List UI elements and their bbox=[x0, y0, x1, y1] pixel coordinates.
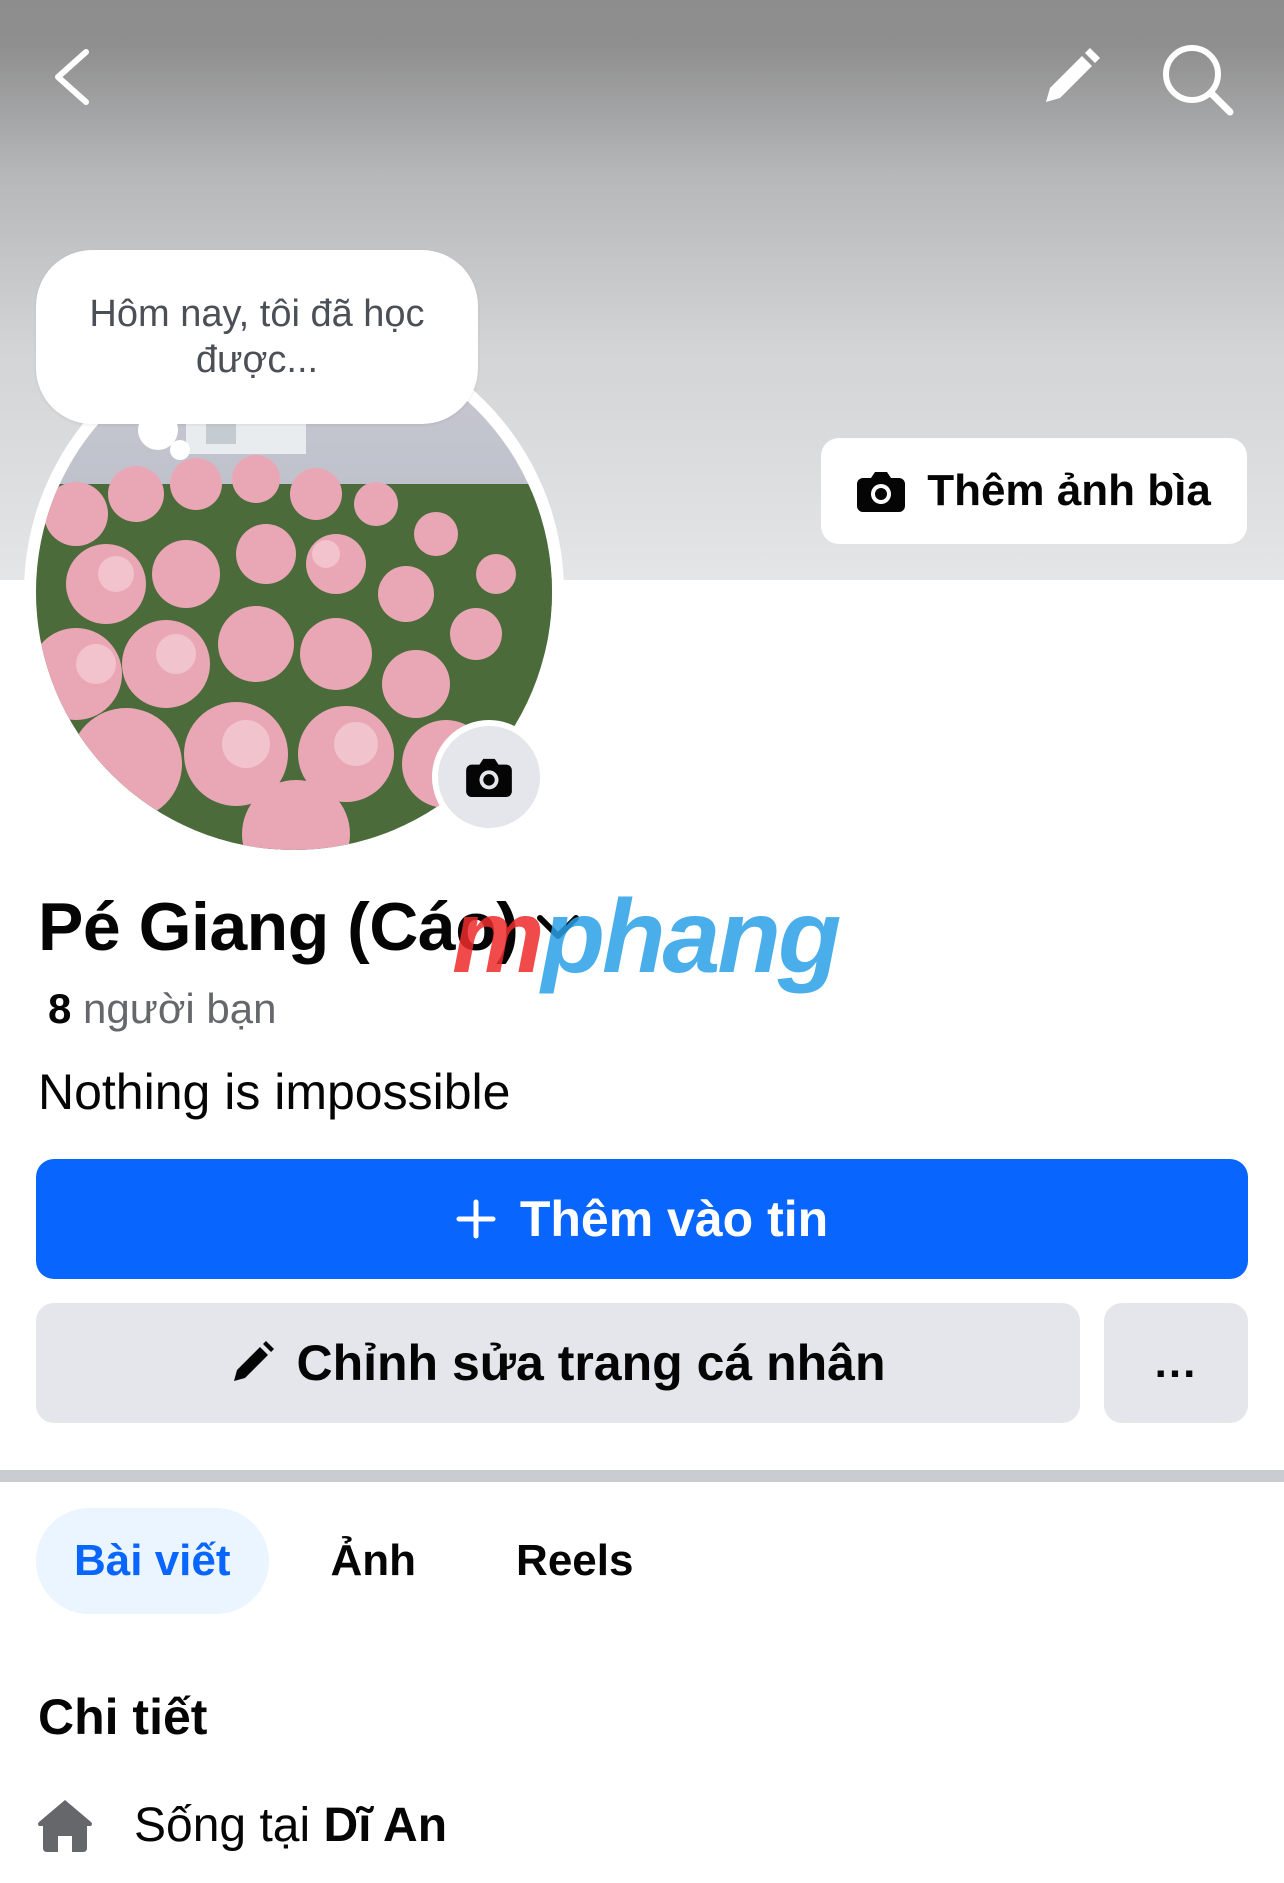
note-bubble[interactable]: Hôm nay, tôi đã học được... bbox=[36, 250, 478, 424]
watermark-part-1: m bbox=[452, 879, 545, 995]
chevron-left-icon[interactable] bbox=[48, 46, 98, 108]
more-options-button[interactable]: ... bbox=[1104, 1303, 1248, 1423]
tab-photos[interactable]: Ảnh bbox=[293, 1508, 455, 1614]
pencil-icon bbox=[234, 1341, 275, 1381]
watermark-logo: mphang bbox=[452, 879, 841, 995]
add-cover-photo-button[interactable]: Thêm ảnh bìa bbox=[821, 438, 1247, 544]
profile-tabs: Bài viết Ảnh Reels bbox=[36, 1508, 671, 1614]
camera-icon bbox=[466, 758, 512, 797]
add-to-story-label: Thêm vào tin bbox=[519, 1191, 829, 1247]
details-title: Chi tiết bbox=[38, 1689, 208, 1745]
lives-in-prefix: Sống tại bbox=[134, 1798, 311, 1852]
tab-reels[interactable]: Reels bbox=[478, 1508, 671, 1614]
profile-bio: Nothing is impossible bbox=[38, 1064, 511, 1120]
watermark-part-2: phang bbox=[541, 879, 841, 995]
friends-number: 8 bbox=[48, 985, 72, 1032]
add-to-story-button[interactable]: Thêm vào tin bbox=[36, 1159, 1248, 1279]
plus-icon bbox=[456, 1199, 496, 1239]
friends-label: người bạn bbox=[83, 985, 277, 1032]
lives-in-place[interactable]: Dĩ An bbox=[323, 1799, 447, 1852]
camera-icon bbox=[857, 472, 906, 512]
profile-name: Pé Giang (Cáo) bbox=[38, 889, 519, 965]
more-options-label: ... bbox=[1154, 1338, 1198, 1387]
home-icon bbox=[38, 1800, 92, 1852]
tab-posts[interactable]: Bài viết bbox=[36, 1508, 269, 1614]
change-avatar-button[interactable] bbox=[432, 720, 546, 834]
lives-in-text: Sống tại Dĩ An bbox=[134, 1798, 447, 1853]
note-text: Hôm nay, tôi đã học được... bbox=[89, 293, 425, 381]
pencil-icon[interactable] bbox=[1038, 48, 1100, 110]
friends-count[interactable]: 8 người bạn bbox=[48, 985, 276, 1033]
add-cover-photo-label: Thêm ảnh bìa bbox=[927, 466, 1211, 515]
section-divider bbox=[0, 1470, 1284, 1482]
edit-profile-label: Chỉnh sửa trang cá nhân bbox=[296, 1335, 886, 1391]
search-icon[interactable] bbox=[1160, 42, 1234, 116]
detail-lives-in[interactable]: Sống tại Dĩ An bbox=[36, 1796, 447, 1854]
note-bubble-tail-small bbox=[170, 440, 190, 460]
edit-profile-button[interactable]: Chỉnh sửa trang cá nhân bbox=[36, 1303, 1080, 1423]
